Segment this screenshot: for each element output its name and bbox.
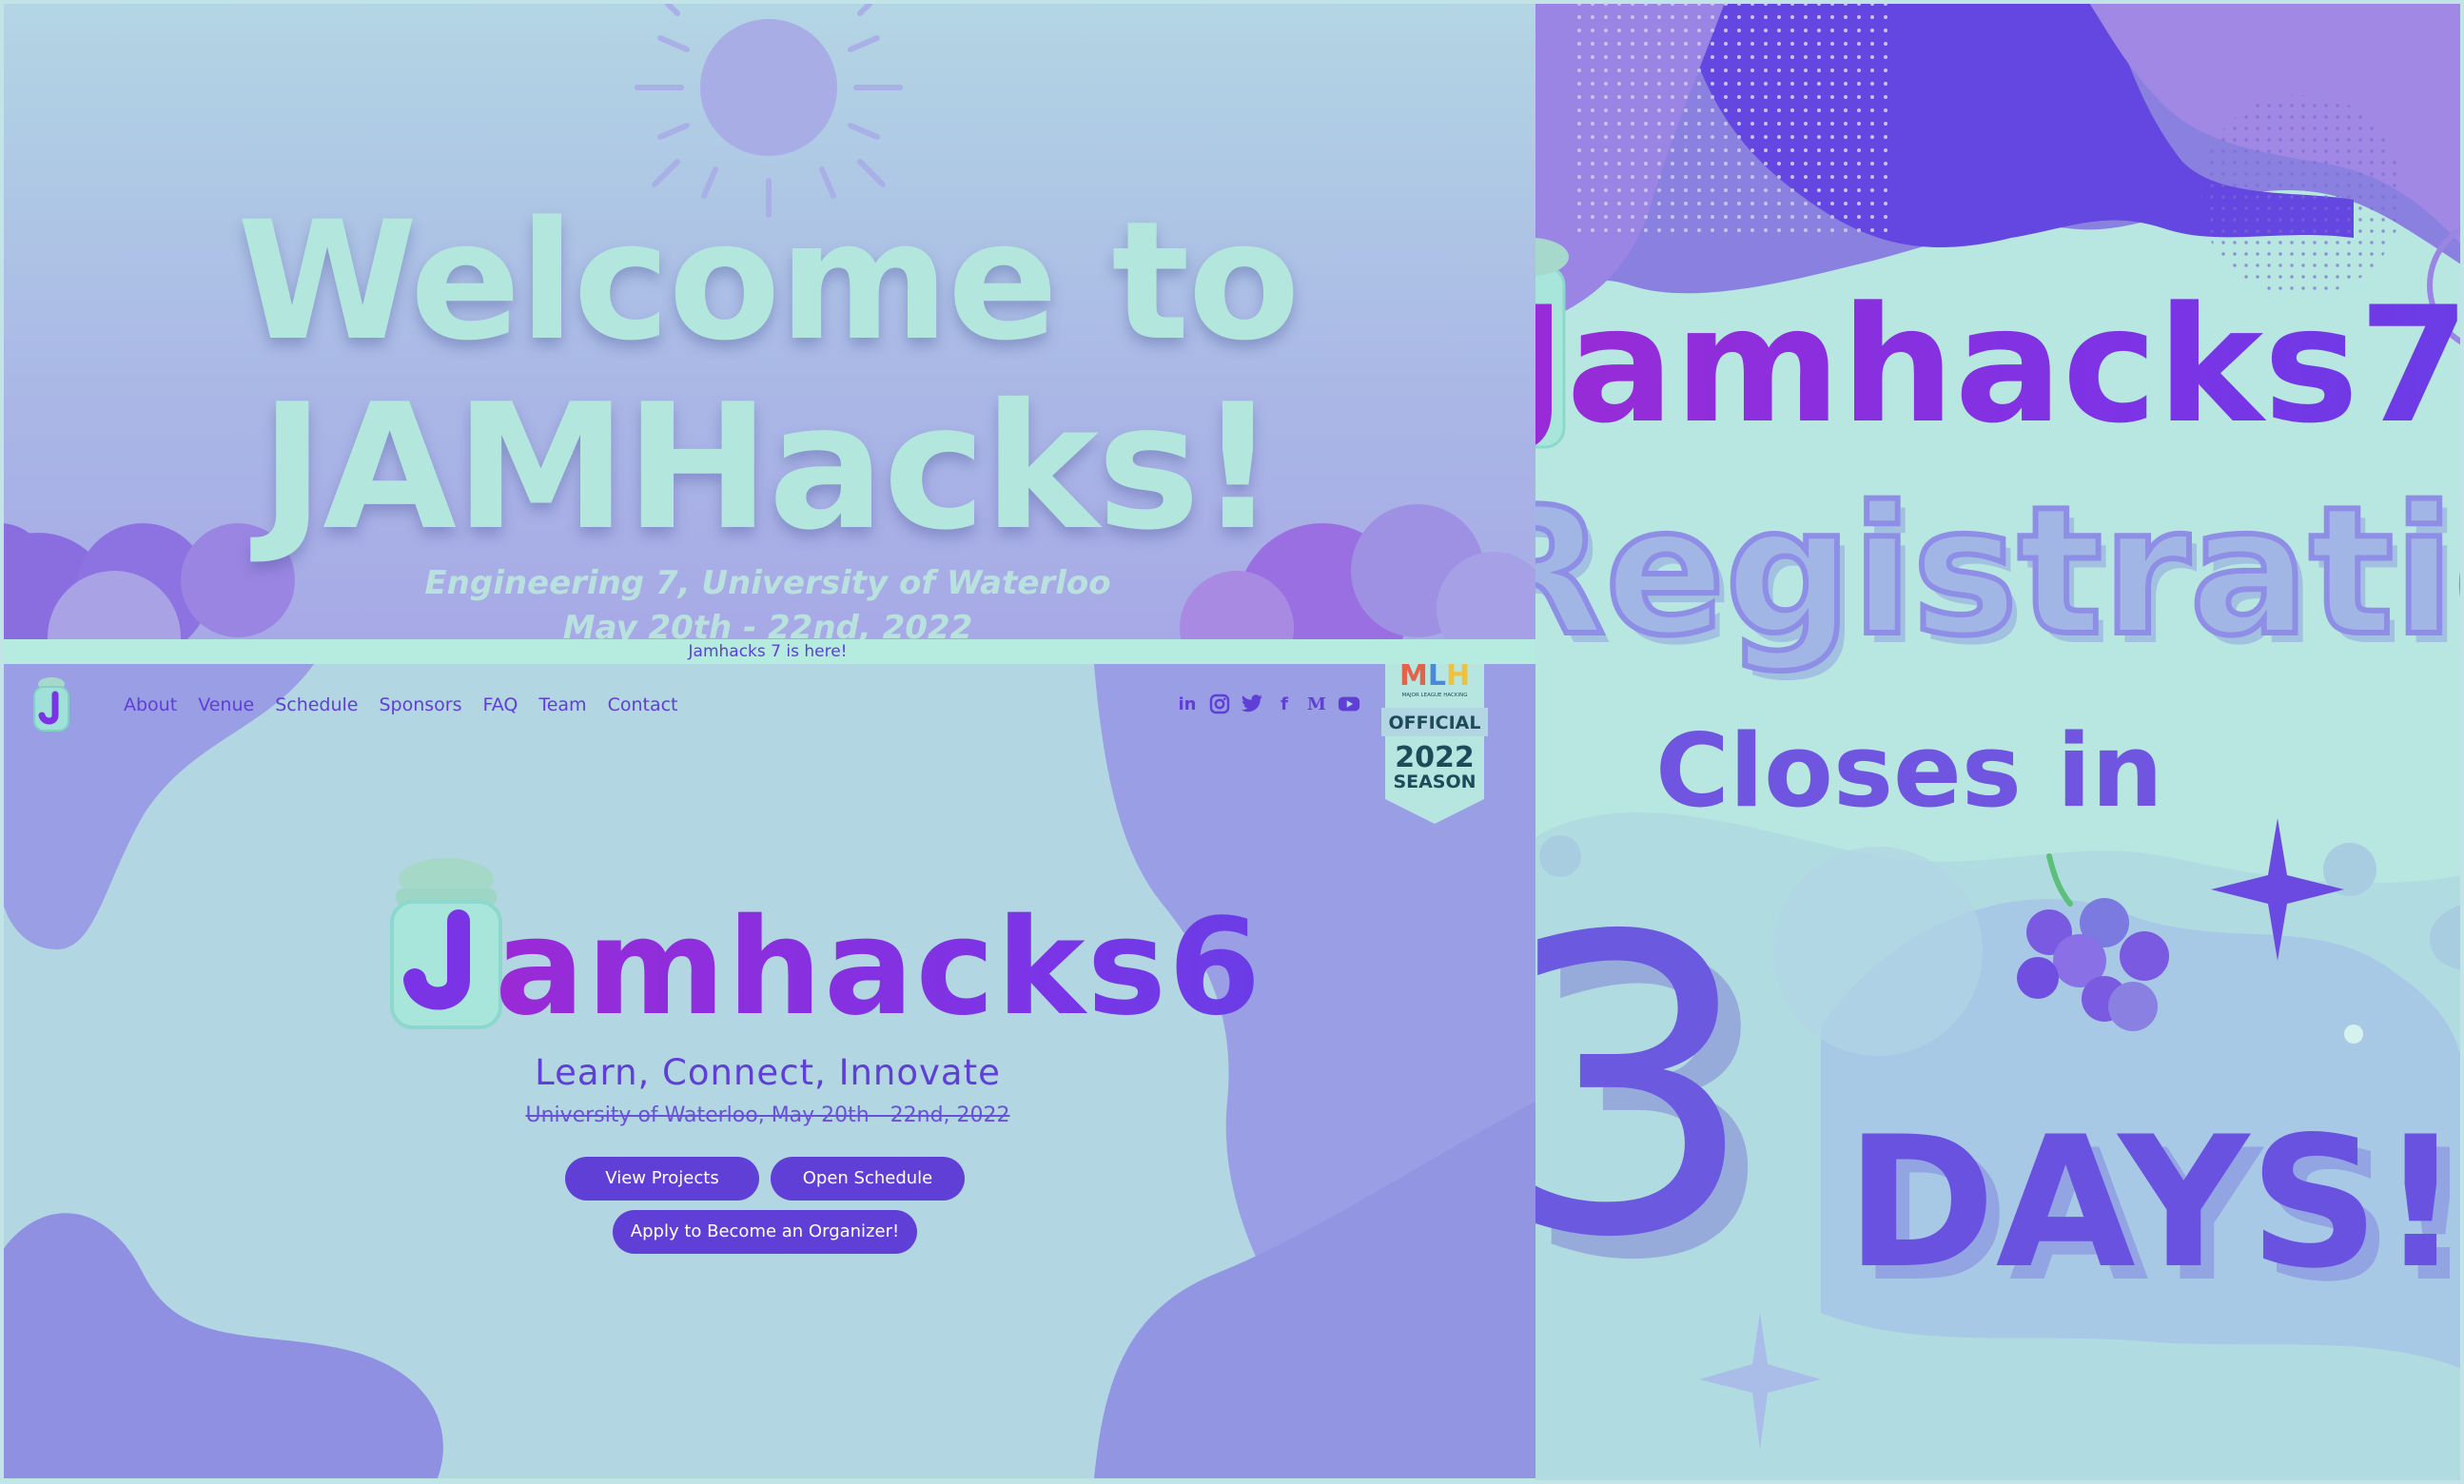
medium-icon[interactable]: M xyxy=(1305,693,1328,715)
nav-item-team[interactable]: Team xyxy=(538,694,586,715)
jamhacks6-site: About Venue Schedule Sponsors FAQ Team C… xyxy=(0,664,1535,1478)
registration-poster: Jamhacks7 Registration Closes in 3 DAYS! xyxy=(1535,0,2464,1484)
announcement-bar[interactable]: Jamhacks 7 is here! xyxy=(0,639,1535,664)
main-nav: About Venue Schedule Sponsors FAQ Team C… xyxy=(124,694,677,715)
view-projects-button[interactable]: View Projects xyxy=(565,1157,759,1201)
site-tagline: Learn, Connect, Innovate xyxy=(535,1052,1001,1093)
nav-item-faq[interactable]: FAQ xyxy=(483,694,518,715)
mlh-logo: MLH xyxy=(1399,664,1470,693)
poster-closes-in: Closes in xyxy=(1655,713,2163,830)
mlh-badge[interactable]: MLH MAJOR LEAGUE HACKING OFFICIAL 2022 S… xyxy=(1381,664,1488,824)
poster-registration: Registration xyxy=(1535,468,2464,674)
jar-logo-icon xyxy=(390,858,502,1029)
jar-logo-icon[interactable] xyxy=(30,675,72,734)
nav-item-about[interactable]: About xyxy=(124,694,177,715)
poster-title: Jamhacks7 xyxy=(1535,285,2464,445)
social-links: in f M xyxy=(1176,693,1360,715)
event-info: University of Waterloo, May 20th - 22nd,… xyxy=(525,1103,1010,1127)
welcome-title-line2: JAMHacks! xyxy=(260,366,1277,568)
sun-icon xyxy=(635,0,903,218)
welcome-title-line1: Welcome to xyxy=(237,186,1300,377)
poster-days-label: DAYS! xyxy=(1846,1098,2462,1308)
nav-item-contact[interactable]: Contact xyxy=(608,694,678,715)
dot-pattern-right xyxy=(2201,95,2401,295)
mlh-subtitle: MAJOR LEAGUE HACKING xyxy=(1402,693,1468,698)
mlh-year: 2022 xyxy=(1395,741,1475,774)
welcome-banner: Welcome to JAMHacks! Engineering 7, Univ… xyxy=(0,0,1535,639)
site-title: amhacks6 xyxy=(495,890,1263,1045)
instagram-icon[interactable] xyxy=(1208,693,1231,715)
nav-item-sponsors[interactable]: Sponsors xyxy=(380,694,462,715)
welcome-dates: May 20th - 22nd, 2022 xyxy=(562,609,973,639)
linkedin-icon[interactable]: in xyxy=(1176,693,1199,715)
youtube-icon[interactable] xyxy=(1338,693,1360,715)
nav-item-schedule[interactable]: Schedule xyxy=(275,694,358,715)
poster-days-number: 3 xyxy=(1535,851,1758,1327)
apply-organizer-button[interactable]: Apply to Become an Organizer! xyxy=(613,1210,917,1254)
mlh-official: OFFICIAL xyxy=(1388,713,1480,733)
mlh-season: SEASON xyxy=(1393,771,1476,792)
welcome-venue: Engineering 7, University of Waterloo xyxy=(424,564,1111,602)
facebook-icon[interactable]: f xyxy=(1273,693,1296,715)
open-schedule-button[interactable]: Open Schedule xyxy=(771,1157,965,1201)
twitter-icon[interactable] xyxy=(1241,693,1263,715)
announcement-text[interactable]: Jamhacks 7 is here! xyxy=(689,642,848,661)
dot-pattern-top xyxy=(1574,0,1897,238)
nav-item-venue[interactable]: Venue xyxy=(198,694,254,715)
